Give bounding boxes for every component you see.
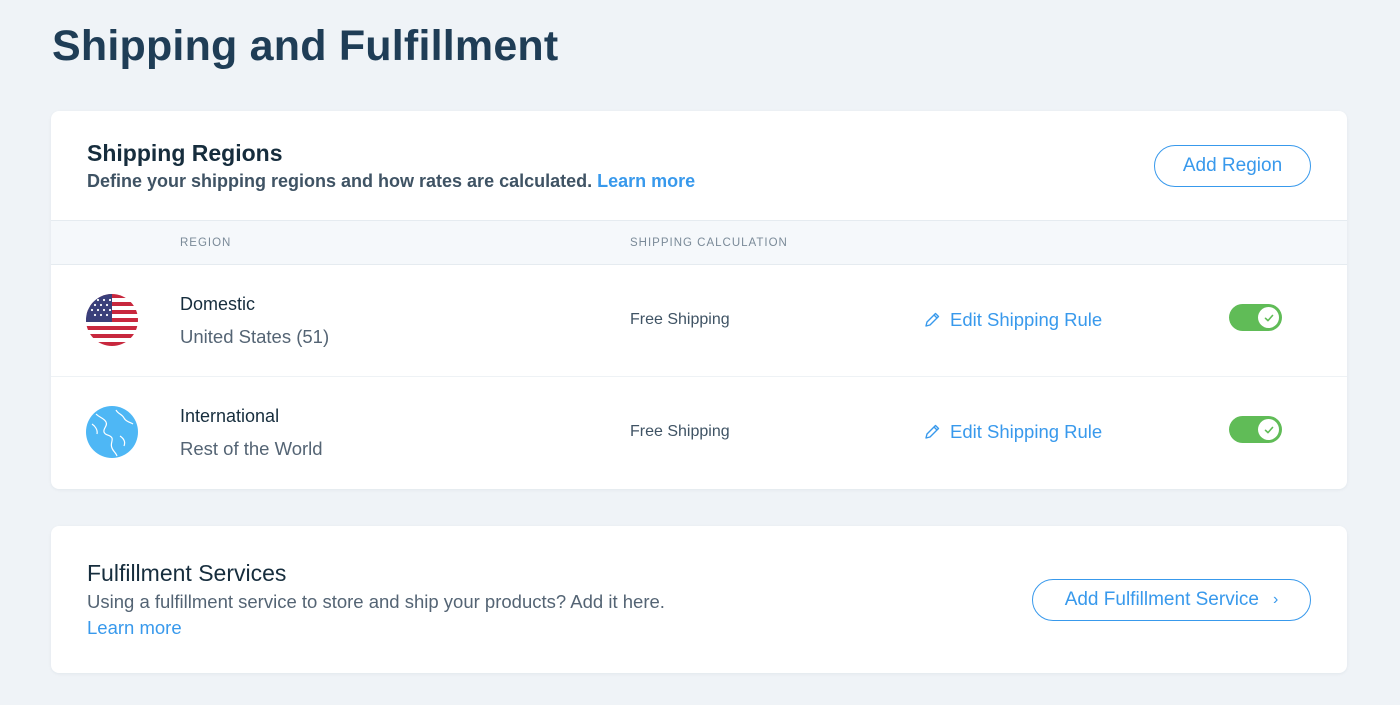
edit-shipping-rule-link[interactable]: Edit Shipping Rule [923, 309, 1102, 331]
globe-icon [86, 406, 138, 458]
toggle-knob [1258, 419, 1279, 440]
region-description: United States (51) [180, 326, 330, 347]
region-enabled-toggle[interactable] [1229, 304, 1282, 331]
shipping-regions-subtitle-text: Define your shipping regions and how rat… [87, 171, 593, 191]
fulfillment-services-description: Using a fulfillment service to store and… [87, 589, 687, 641]
region-description: Rest of the World [180, 438, 323, 459]
add-fulfillment-service-label: Add Fulfillment Service [1064, 589, 1259, 610]
shipping-regions-title: Shipping Regions [87, 140, 283, 166]
check-icon [1264, 314, 1273, 321]
learn-more-link[interactable]: Learn more [597, 171, 695, 191]
shipping-regions-header: Shipping Regions Define your shipping re… [51, 111, 1347, 220]
check-icon [1264, 426, 1273, 433]
regions-table-header: REGION SHIPPING CALCULATION [51, 220, 1347, 265]
shipping-regions-card: Shipping Regions Define your shipping re… [51, 111, 1347, 489]
add-region-button[interactable]: Add Region [1154, 145, 1311, 187]
pencil-icon [925, 312, 940, 327]
chevron-right-icon: › [1272, 591, 1279, 608]
table-row: Domestic United States (51) Free Shippin… [51, 265, 1347, 377]
pencil-icon [925, 424, 940, 439]
shipping-calculation: Free Shipping [630, 423, 730, 440]
fulfillment-services-description-text: Using a fulfillment service to store and… [87, 591, 665, 612]
edit-shipping-rule-link[interactable]: Edit Shipping Rule [923, 421, 1102, 443]
region-name: Domestic [180, 294, 256, 314]
shipping-regions-subtitle: Define your shipping regions and how rat… [87, 171, 695, 192]
edit-shipping-rule-label: Edit Shipping Rule [950, 421, 1103, 442]
shipping-calculation: Free Shipping [630, 311, 730, 328]
shipping-calculation-column-header: SHIPPING CALCULATION [630, 237, 788, 249]
page-title: Shipping and Fulfillment [52, 22, 559, 70]
us-flag-icon [86, 294, 138, 346]
region-column-header: REGION [180, 237, 232, 249]
fulfillment-services-title: Fulfillment Services [87, 560, 287, 586]
fulfillment-services-card: Fulfillment Services Using a fulfillment… [51, 526, 1347, 673]
edit-shipping-rule-label: Edit Shipping Rule [950, 309, 1103, 330]
learn-more-link[interactable]: Learn more [87, 617, 182, 638]
add-fulfillment-service-button[interactable]: Add Fulfillment Service › [1032, 579, 1311, 621]
region-enabled-toggle[interactable] [1229, 416, 1282, 443]
table-row: International Rest of the World Free Shi… [51, 377, 1347, 489]
toggle-knob [1258, 307, 1279, 328]
region-name: International [180, 406, 280, 426]
